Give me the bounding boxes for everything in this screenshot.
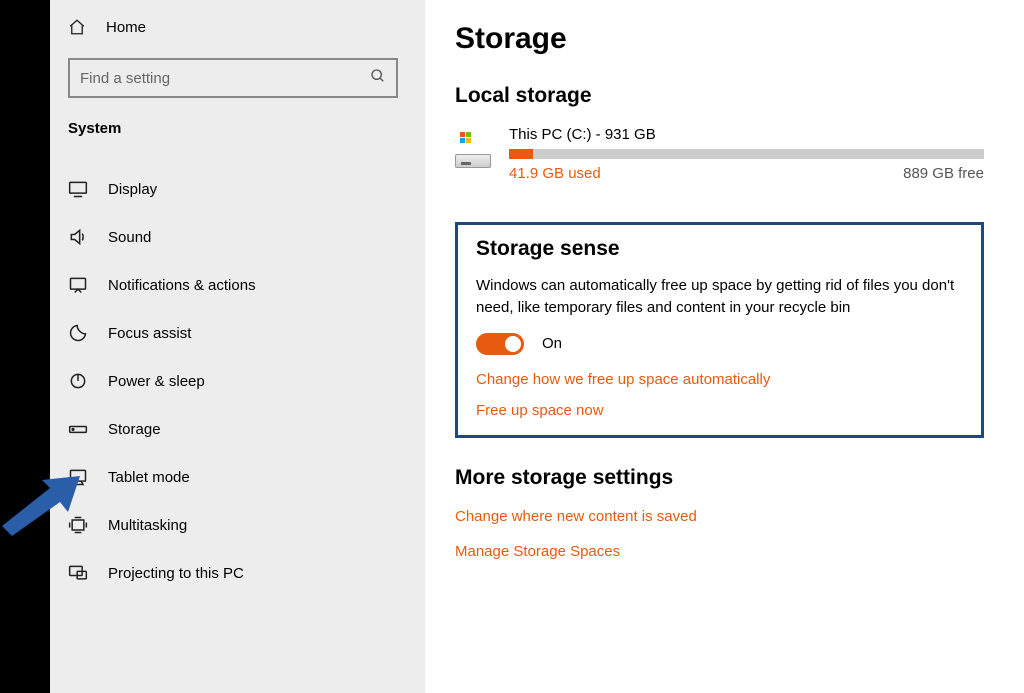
toggle-label: On xyxy=(542,335,562,352)
local-storage-heading: Local storage xyxy=(455,84,984,108)
sidebar-item-label: Power & sleep xyxy=(108,373,205,390)
sidebar-item-label: Multitasking xyxy=(108,517,187,534)
sound-icon xyxy=(68,227,88,247)
storage-icon xyxy=(68,419,88,439)
display-icon xyxy=(68,179,88,199)
sidebar-item-label: Storage xyxy=(108,421,161,438)
storage-sense-heading: Storage sense xyxy=(476,237,963,261)
drive-row[interactable]: This PC (C:) - 931 GB 41.9 GB used 889 G… xyxy=(455,126,984,182)
search-settings-input[interactable] xyxy=(68,58,398,98)
notifications-icon xyxy=(68,275,88,295)
storage-sense-highlight: Storage sense Windows can automatically … xyxy=(455,222,984,438)
link-change-auto[interactable]: Change how we free up space automaticall… xyxy=(476,371,963,388)
sidebar-item-label: Focus assist xyxy=(108,325,191,342)
drive-name: This PC (C:) - 931 GB xyxy=(509,126,984,143)
search-icon xyxy=(370,68,386,88)
storage-sense-toggle[interactable] xyxy=(476,333,524,355)
tablet-icon xyxy=(68,467,88,487)
content-pane: Storage Local storage This PC (C:) - 931… xyxy=(425,0,1024,693)
sidebar-item-storage[interactable]: Storage xyxy=(50,405,425,453)
sidebar-item-label: Tablet mode xyxy=(108,469,190,486)
storage-sense-description: Windows can automatically free up space … xyxy=(476,275,963,319)
sidebar-item-notifications[interactable]: Notifications & actions xyxy=(50,261,425,309)
power-icon xyxy=(68,371,88,391)
sidebar-item-sound[interactable]: Sound xyxy=(50,213,425,261)
search-field[interactable] xyxy=(80,70,370,87)
link-free-now[interactable]: Free up space now xyxy=(476,402,963,419)
link-change-where-saved[interactable]: Change where new content is saved xyxy=(455,508,984,525)
sidebar-category: System xyxy=(50,120,425,165)
home-label: Home xyxy=(106,19,146,36)
projecting-icon xyxy=(68,563,88,583)
home-icon xyxy=(68,18,86,36)
sidebar-item-tablet-mode[interactable]: Tablet mode xyxy=(50,453,425,501)
sidebar-item-multitasking[interactable]: Multitasking xyxy=(50,501,425,549)
link-manage-storage-spaces[interactable]: Manage Storage Spaces xyxy=(455,543,984,560)
sidebar-item-focus-assist[interactable]: Focus assist xyxy=(50,309,425,357)
focus-icon xyxy=(68,323,88,343)
left-black-bar xyxy=(0,0,50,693)
sidebar-item-display[interactable]: Display xyxy=(50,165,425,213)
multitasking-icon xyxy=(68,515,88,535)
sidebar-item-label: Notifications & actions xyxy=(108,277,256,294)
usage-bar xyxy=(509,149,984,159)
sidebar-item-projecting[interactable]: Projecting to this PC xyxy=(50,549,425,597)
free-label: 889 GB free xyxy=(903,165,984,182)
sidebar-item-power-sleep[interactable]: Power & sleep xyxy=(50,357,425,405)
page-title: Storage xyxy=(455,22,984,56)
home-nav[interactable]: Home xyxy=(50,18,425,58)
used-label: 41.9 GB used xyxy=(509,165,601,182)
sidebar-item-label: Sound xyxy=(108,229,151,246)
more-settings-heading: More storage settings xyxy=(455,466,984,490)
settings-sidebar: Home System Display Sound xyxy=(50,0,425,693)
sidebar-item-label: Projecting to this PC xyxy=(108,565,244,582)
drive-icon xyxy=(455,132,491,168)
sidebar-item-label: Display xyxy=(108,181,157,198)
